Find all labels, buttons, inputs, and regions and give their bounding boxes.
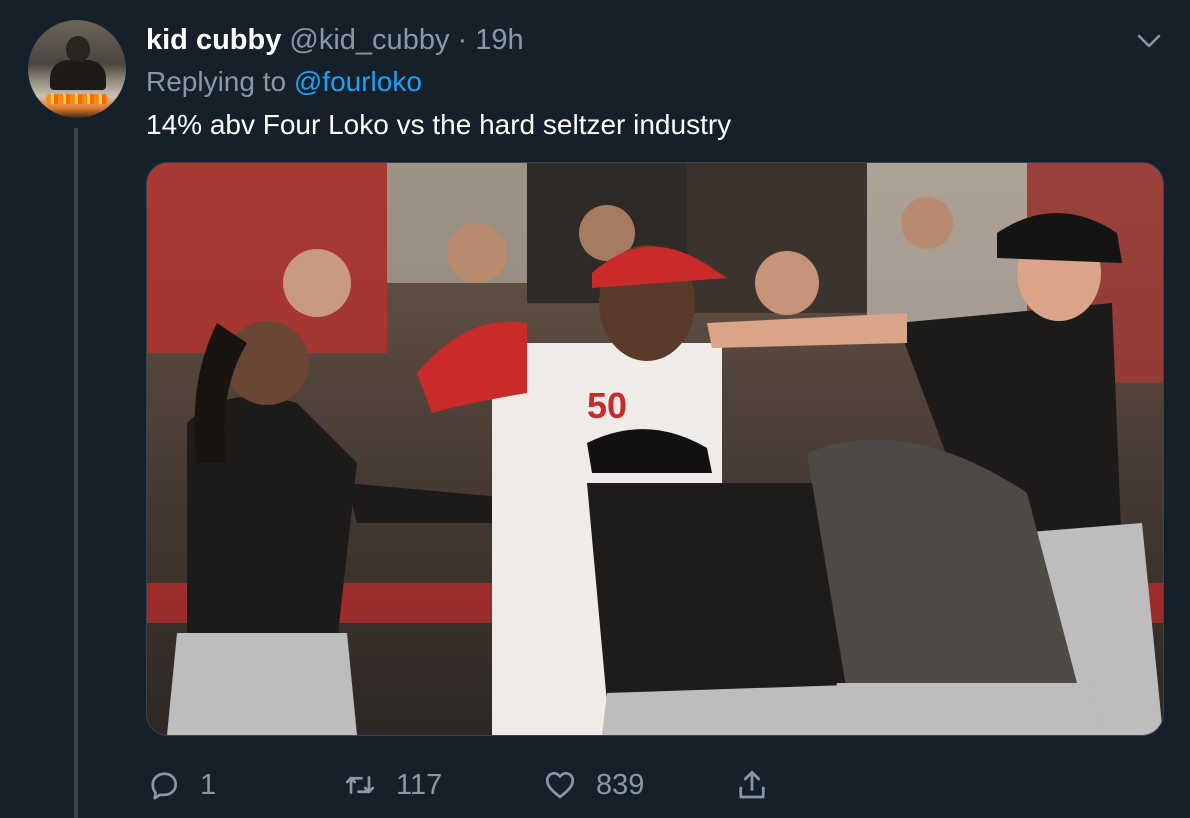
avatar-figure-body [50, 60, 106, 90]
reply-count: 1 [200, 768, 217, 801]
svg-text:50: 50 [587, 385, 627, 426]
display-name[interactable]: kid cubby [146, 24, 281, 56]
replying-to: Replying to @fourloko [146, 64, 422, 100]
tweet-actions: 1 117 839 [146, 762, 846, 808]
like-count: 839 [596, 768, 645, 801]
replying-prefix: Replying to [146, 66, 287, 97]
reply-button[interactable]: 1 [146, 762, 216, 808]
tweet: kid cubby @kid_cubby · 19h Replying to @… [0, 0, 1190, 818]
tweet-text: 14% abv Four Loko vs the hard seltzer in… [146, 109, 732, 140]
avatar-figure-head [66, 36, 90, 62]
avatar[interactable] [28, 20, 126, 118]
share-button[interactable] [734, 762, 788, 808]
timestamp[interactable]: 19h [475, 24, 523, 56]
chevron-down-icon[interactable] [1134, 26, 1164, 56]
heart-icon [545, 771, 575, 799]
tweet-photo[interactable]: 50 [146, 162, 1164, 736]
tweet-header: kid cubby @kid_cubby · 19h [146, 22, 524, 58]
share-icon [739, 770, 765, 799]
user-handle[interactable]: @kid_cubby [289, 24, 449, 56]
photo-illustration: 50 [147, 163, 1163, 735]
reply-icon [151, 772, 178, 800]
separator-dot: · [457, 24, 468, 56]
retweet-count: 117 [396, 768, 443, 801]
retweet-button[interactable]: 117 [342, 762, 442, 808]
avatar-flames [46, 94, 108, 104]
mention-link[interactable]: @fourloko [294, 66, 422, 97]
thread-line [74, 128, 78, 818]
retweet-icon [345, 776, 375, 794]
like-button[interactable]: 839 [542, 762, 644, 808]
